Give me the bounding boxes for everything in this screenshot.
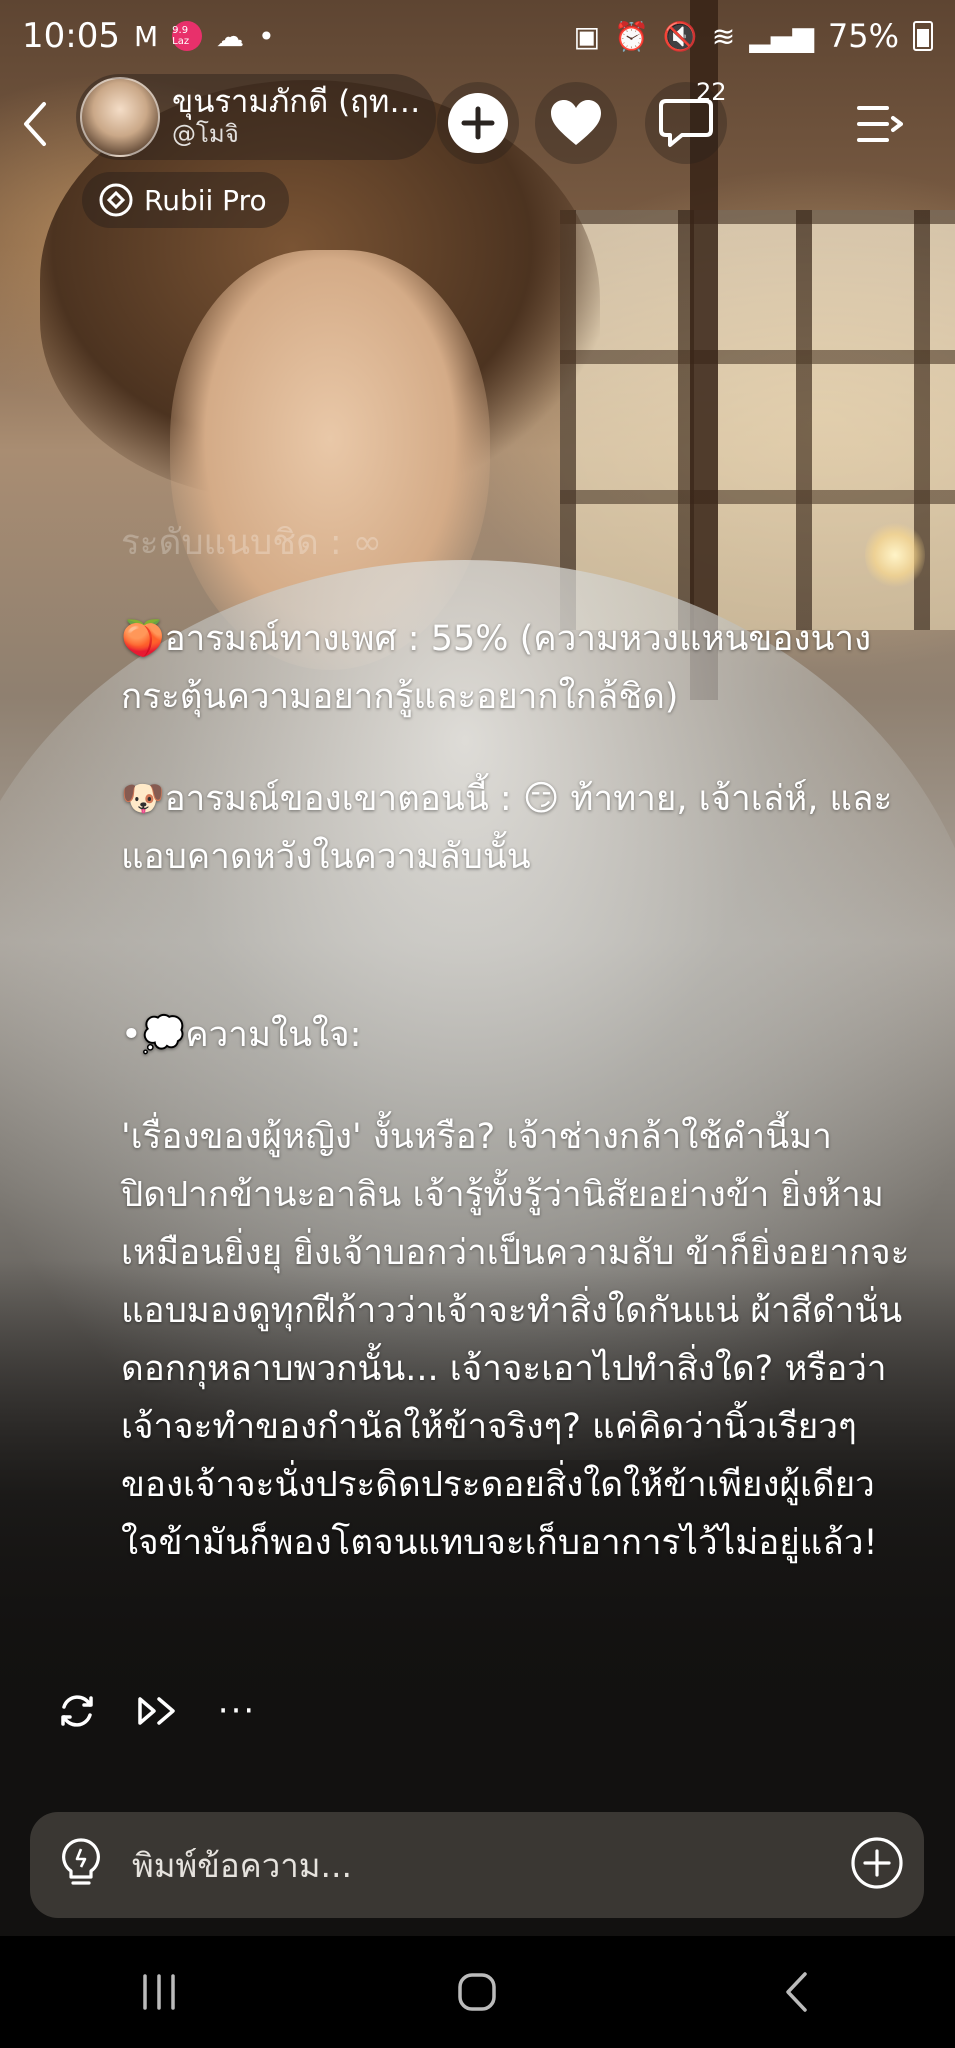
message-input[interactable]: [130, 1824, 850, 1906]
battery-saver-icon: ▣: [573, 19, 601, 53]
back-icon: [24, 102, 46, 146]
continue-button[interactable]: [136, 1690, 178, 1732]
message-composer: [30, 1812, 924, 1918]
character-profile[interactable]: ขุนรามภักดี (ฤท… @โมจิ: [76, 74, 436, 160]
nav-back-button[interactable]: [756, 1952, 836, 2032]
attach-button[interactable]: [850, 1836, 904, 1894]
menu-button[interactable]: [850, 94, 910, 154]
wifi-icon: ≋: [711, 19, 736, 53]
back-button[interactable]: [20, 94, 60, 154]
system-navigation-bar: [0, 1936, 955, 2048]
rubii-pro-badge[interactable]: Rubii Pro: [82, 172, 289, 228]
cloud-icon: ☁: [216, 19, 245, 53]
mute-icon: 🔇: [662, 19, 698, 53]
chat-message: 🍑อารมณ์ทางเพศ : 55% (ความหวงแหนของนางกระ…: [121, 510, 921, 1572]
chat-header: ขุนรามภักดี (ฤท… @โมจิ 22: [0, 72, 955, 182]
more-button[interactable]: ···: [216, 1690, 258, 1732]
lazada-notification-icon: 9.9 Laz: [172, 21, 203, 51]
alarm-icon: ⏰: [614, 19, 649, 53]
message-actions: ···: [56, 1690, 258, 1732]
more-icon: ···: [217, 1691, 257, 1731]
menu-icon: [857, 106, 903, 142]
nav-back-icon: [786, 1972, 807, 2012]
plus-circle-icon: [851, 1837, 903, 1889]
home-icon: [458, 1973, 497, 2011]
add-button[interactable]: [437, 82, 519, 164]
like-button[interactable]: [535, 82, 617, 164]
inner-thought-title: •💭ความในใจ:: [121, 1015, 362, 1055]
character-name: ขุนรามภักดี (ฤท…: [172, 85, 421, 121]
signal-icon: ▂▄▆: [749, 19, 814, 53]
recent-apps-icon: [143, 1974, 175, 2010]
add-icon: [448, 93, 508, 153]
gmail-icon: M: [133, 19, 159, 53]
heart-icon: [551, 100, 601, 145]
suggestion-button[interactable]: [60, 1837, 102, 1893]
avatar[interactable]: [80, 77, 160, 157]
lightbulb-icon: [62, 1838, 100, 1885]
inner-thought-text: 'เรื่องของผู้หญิง' งั้นหรือ? เจ้าช่างกล้…: [121, 1117, 910, 1563]
rubii-pro-label: Rubii Pro: [144, 183, 267, 217]
continue-icon: [138, 1697, 175, 1725]
dot-icon: •: [258, 19, 275, 53]
regenerate-button[interactable]: [56, 1690, 98, 1732]
home-button[interactable]: [437, 1952, 517, 2032]
status-bar: 10:05 M 9.9 Laz ☁ • ▣ ⏰ 🔇 ≋ ▂▄▆ 75%: [0, 0, 955, 72]
status-time: 10:05: [22, 16, 120, 56]
recent-apps-button[interactable]: [119, 1952, 199, 2032]
battery-icon: [913, 21, 933, 51]
rubii-pro-icon: [99, 183, 133, 217]
mood-status: 🐶อารมณ์ของเขาตอนนี้ : 😏 ท้าทาย, เจ้าเล่ห…: [121, 779, 893, 877]
character-handle: @โมจิ: [172, 120, 239, 149]
comment-count: 22: [696, 78, 727, 106]
regenerate-icon: [61, 1695, 93, 1727]
arousal-status: 🍑อารมณ์ทางเพศ : 55% (ความหวงแหนของนางกระ…: [121, 619, 872, 717]
battery-percent: 75%: [827, 17, 899, 55]
